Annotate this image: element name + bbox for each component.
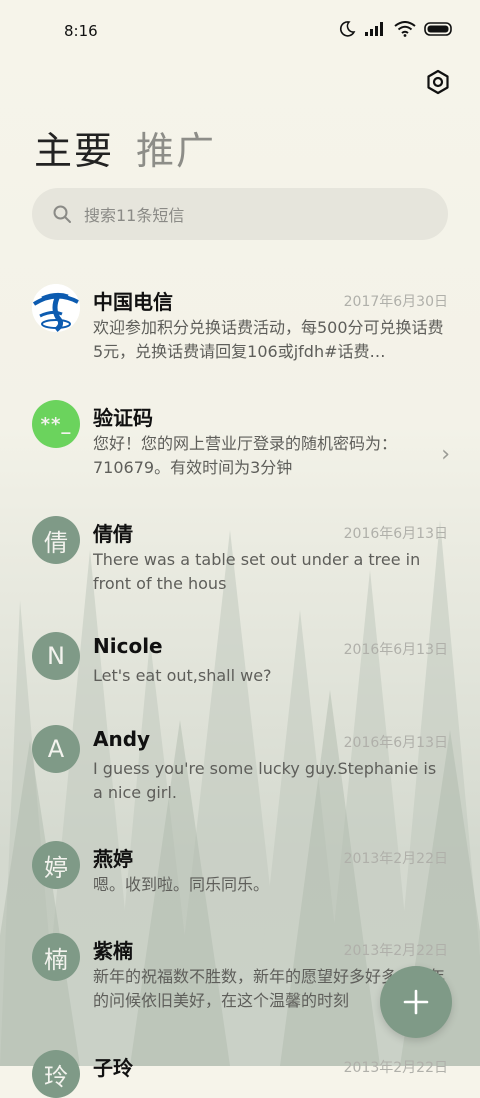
conversation-row[interactable]: 玲 子玲 2013年2月22日 xyxy=(0,1036,480,1098)
avatar: 楠 xyxy=(32,933,80,981)
tab-promotions[interactable]: 推广 xyxy=(136,120,216,175)
tab-bar: 主要 推广 xyxy=(34,120,216,175)
conversation-name: Andy xyxy=(93,727,151,751)
tab-primary[interactable]: 主要 xyxy=(34,120,114,175)
china-telecom-logo-icon xyxy=(32,284,80,332)
avatar: 玲 xyxy=(32,1050,80,1098)
conversation-date: 2016年6月13日 xyxy=(343,526,448,542)
conversation-preview: Let's eat out,shall we? xyxy=(93,666,272,685)
conversation-preview: I guess you're some lucky guy.Stephanie … xyxy=(93,759,437,802)
conversation-preview: There was a table set out under a tree i… xyxy=(93,550,421,593)
conversation-row[interactable]: 婷 燕婷 2013年2月22日 嗯。收到啦。同乐同乐。 xyxy=(0,827,480,917)
conversation-name: 中国电信 xyxy=(93,290,173,314)
conversation-name: 验证码 xyxy=(93,406,153,430)
conversation-row[interactable]: **_ 验证码 您好！您的网上营业厅登录的随机密码为：710679。有效时间为3… xyxy=(0,386,480,496)
settings-hexagon-icon xyxy=(427,69,449,95)
conversation-row[interactable]: N Nicole 2016年6月13日 Let's eat out,shall … xyxy=(0,618,480,708)
avatar: 婷 xyxy=(32,841,80,889)
search-icon xyxy=(53,205,71,223)
battery-icon xyxy=(424,22,452,36)
conversation-date: 2013年2月22日 xyxy=(343,851,448,867)
conversation-date: 2017年6月30日 xyxy=(343,294,448,310)
conversation-name: 燕婷 xyxy=(93,847,133,871)
wifi-icon xyxy=(394,21,416,37)
settings-button[interactable] xyxy=(424,68,452,96)
status-bar: 8:16 xyxy=(0,0,480,60)
conversation-row[interactable]: 倩 倩倩 2016年6月13日 There was a table set ou… xyxy=(0,502,480,612)
moon-icon xyxy=(339,21,356,37)
conversation-date: 2013年2月22日 xyxy=(343,1060,448,1076)
search-placeholder: 搜索11条短信 xyxy=(84,206,185,225)
new-message-button[interactable] xyxy=(380,966,452,1038)
avatar: N xyxy=(32,632,80,680)
search-bar[interactable]: 搜索11条短信 xyxy=(32,188,448,240)
conversation-date: 2013年2月22日 xyxy=(343,943,448,959)
conversation-name: 子玲 xyxy=(93,1056,133,1080)
china-telecom-logo-avatar xyxy=(32,284,80,332)
status-icons xyxy=(338,20,454,38)
conversation-name: Nicole xyxy=(93,634,163,658)
conversation-preview: 您好！您的网上营业厅登录的随机密码为：710679。有效时间为3分钟 xyxy=(93,434,398,477)
conversation-date: 2016年6月13日 xyxy=(343,642,448,658)
avatar: **_ xyxy=(32,400,80,448)
signal-icon xyxy=(365,22,383,36)
plus-icon xyxy=(403,989,429,1015)
conversation-name: 倩倩 xyxy=(93,522,133,546)
avatar: A xyxy=(32,725,80,773)
status-time: 8:16 xyxy=(64,22,98,40)
conversation-row[interactable]: 中国电信 2017年6月30日 欢迎参加积分兑换话费活动，每500分可兑换话费5… xyxy=(0,270,480,380)
conversation-preview: 欢迎参加积分兑换话费活动，每500分可兑换话费5元，兑换话费请回复106或jfd… xyxy=(93,318,444,361)
conversation-date: 2016年6月13日 xyxy=(343,735,448,751)
avatar: 倩 xyxy=(32,516,80,564)
conversation-name: 紫楠 xyxy=(93,939,133,963)
conversation-row[interactable]: A Andy 2016年6月13日 I guess you're some lu… xyxy=(0,711,480,821)
conversation-preview: 嗯。收到啦。同乐同乐。 xyxy=(93,875,270,894)
chevron-right-icon[interactable]: › xyxy=(441,442,450,467)
